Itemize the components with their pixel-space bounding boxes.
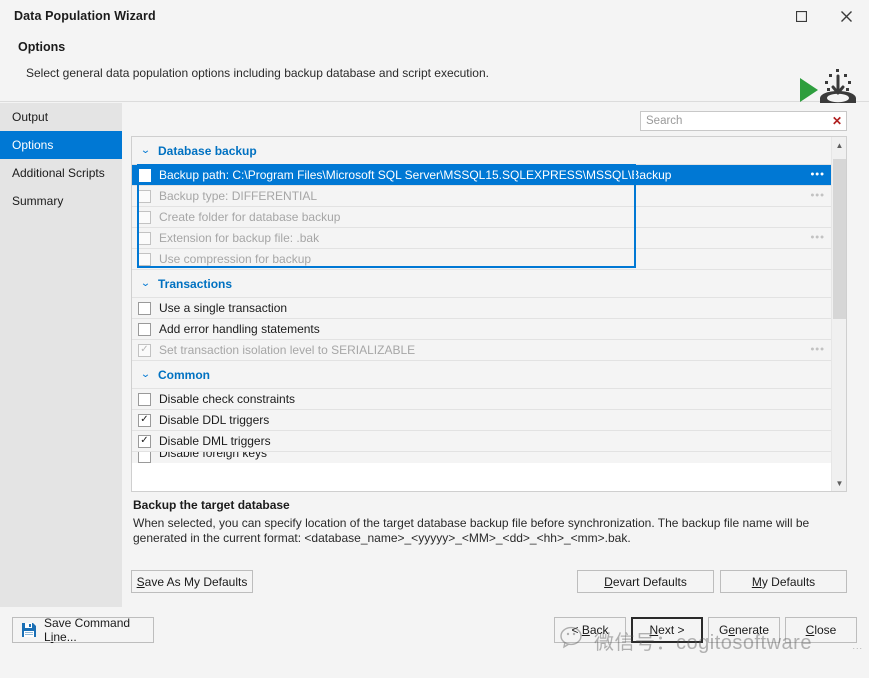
next-button[interactable]: Next > [631,617,703,643]
options-group-header-transactions[interactable]: ⌄ Transactions [132,270,832,298]
next-button-label: Next > [649,623,685,637]
search-clear-icon[interactable]: ✕ [828,112,846,130]
option-label: Add error handling statements [159,322,320,336]
my-defaults-button-label: My Defaults [751,574,816,589]
generate-button-label: Generate [718,623,770,637]
sidebar-item-label: Additional Scripts [12,166,105,180]
option-label: Use a single transaction [159,301,288,315]
window-controls [779,0,869,32]
sidebar-item-output[interactable]: Output [0,103,122,131]
option-row[interactable]: Use compression for backup [132,249,832,270]
option-row[interactable]: Extension for backup file: .bak ••• [132,228,832,249]
sidebar-item-label: Summary [12,194,64,208]
sidebar-item-label: Output [12,110,49,124]
option-row[interactable]: ✓ Set transaction isolation level to SERI… [132,340,832,361]
back-button-label: < Back [571,623,609,637]
chevron-down-icon: ⌄ [140,277,151,289]
options-group-label: Transactions [158,276,233,291]
option-label: Disable DML triggers [159,434,271,448]
options-list-scrollbar[interactable]: ▲ ▼ [831,137,846,491]
checkbox-checked-icon[interactable]: ✓ [138,343,151,357]
description-body: When selected, you can specify location … [133,516,810,545]
save-as-my-defaults-button[interactable]: Save As My Defaults [131,570,253,593]
option-row[interactable]: Use a single transaction [132,298,832,319]
title-bar: Data Population Wizard [0,0,869,32]
checkbox-unchecked-icon[interactable] [138,301,151,315]
option-label: Use compression for backup [159,252,312,266]
save-floppy-icon [21,622,37,638]
option-label: Extension for backup file: .bak [159,231,320,245]
options-list[interactable]: ⌄ Database backup Backup path: C:\Program … [131,136,847,492]
search-input[interactable] [641,112,828,130]
option-label: Backup path: C:\Program Files\Microsoft … [159,168,672,182]
checkbox-unchecked-icon[interactable] [138,452,151,463]
options-group-label: Database backup [158,143,257,158]
options-group-label: Common [158,367,210,382]
option-label: Backup type: DIFFERENTIAL [159,189,318,203]
close-button[interactable]: Close [785,617,857,643]
save-command-line-button[interactable]: Save Command Line... [12,616,154,644]
checkbox-unchecked-icon[interactable] [138,252,151,266]
option-row[interactable]: Backup path: C:\Program Files\Microsoft … [132,165,832,186]
search-box[interactable]: ✕ [640,111,847,131]
scrollbar-thumb[interactable] [833,159,846,319]
option-ellipsis-button[interactable]: ••• [810,232,825,244]
options-group-header-common[interactable]: ⌄ Common [132,361,832,389]
wizard-bottom-bar: Save Command Line... < Back Next > Generat… [0,607,869,678]
devart-defaults-button-label: Devart Defaults [604,574,687,589]
option-ellipsis-button[interactable]: ••• [810,169,825,181]
my-defaults-button[interactable]: My Defaults [720,570,847,593]
wizard-sidebar: Output Options Additional Scripts Summary [0,103,122,678]
sidebar-item-label: Options [12,138,54,152]
checkbox-unchecked-icon[interactable] [138,189,151,203]
option-row[interactable]: Create folder for database backup [132,207,832,228]
options-group-header-database-backup[interactable]: ⌄ Database backup [132,137,832,165]
chevron-down-icon: ⌄ [140,368,151,380]
page-title: Options [18,40,66,54]
sidebar-item-options[interactable]: Options [0,131,122,159]
checkbox-unchecked-icon[interactable] [138,168,151,182]
wizard-nav-buttons: < Back Next > Generate Close [554,617,857,643]
option-label: Disable foreign keys [159,452,268,460]
chevron-down-icon: ⌄ [140,144,151,156]
description-panel: Backup the target database When selected… [131,496,847,556]
window-title: Data Population Wizard [14,9,156,23]
option-row[interactable]: Disable check constraints [132,389,832,410]
save-as-my-defaults-button-label: Save As My Defaults [136,574,248,589]
option-row[interactable]: ✓ Disable DML triggers [132,431,832,452]
close-icon[interactable] [824,0,869,32]
option-label: Set transaction isolation level to SERIA… [159,343,416,357]
scroll-up-icon[interactable]: ▲ [832,137,846,153]
option-row[interactable]: Add error handling statements [132,319,832,340]
page-subtitle: Select general data population options i… [26,66,489,80]
close-button-label: Close [805,623,837,637]
checkbox-checked-icon[interactable]: ✓ [138,413,151,427]
page-header: Options Select general data population o… [0,32,869,117]
option-label: Disable check constraints [159,392,296,406]
option-ellipsis-button[interactable]: ••• [810,344,825,356]
option-row[interactable]: ✓ Disable DDL triggers [132,410,832,431]
option-label: Create folder for database backup [159,210,341,224]
checkbox-unchecked-icon[interactable] [138,322,151,336]
option-row[interactable]: Backup type: DIFFERENTIAL ••• [132,186,832,207]
checkbox-unchecked-icon[interactable] [138,231,151,245]
resize-grip-icon[interactable]: ... [852,642,863,651]
devart-defaults-button[interactable]: Devart Defaults [577,570,714,593]
sidebar-item-summary[interactable]: Summary [0,187,122,215]
sidebar-item-additional-scripts[interactable]: Additional Scripts [0,159,122,187]
save-command-line-label: Save Command Line... [44,616,131,644]
checkbox-unchecked-icon[interactable] [138,392,151,406]
options-content-panel: ✕ ⌄ Database backup Backup path: C:\Progra… [122,103,869,678]
data-population-wizard-window: Data Population Wizard Options Select ge… [0,0,869,678]
description-title: Backup the target database [133,498,290,512]
scroll-down-icon[interactable]: ▼ [832,475,846,491]
checkbox-unchecked-icon[interactable] [138,210,151,224]
option-ellipsis-button[interactable]: ••• [810,190,825,202]
generate-button[interactable]: Generate [708,617,780,643]
maximize-icon[interactable] [779,0,824,32]
option-row[interactable]: Disable foreign keys [132,452,832,463]
back-button[interactable]: < Back [554,617,626,643]
option-label: Disable DDL triggers [159,413,270,427]
checkbox-checked-icon[interactable]: ✓ [138,434,151,448]
